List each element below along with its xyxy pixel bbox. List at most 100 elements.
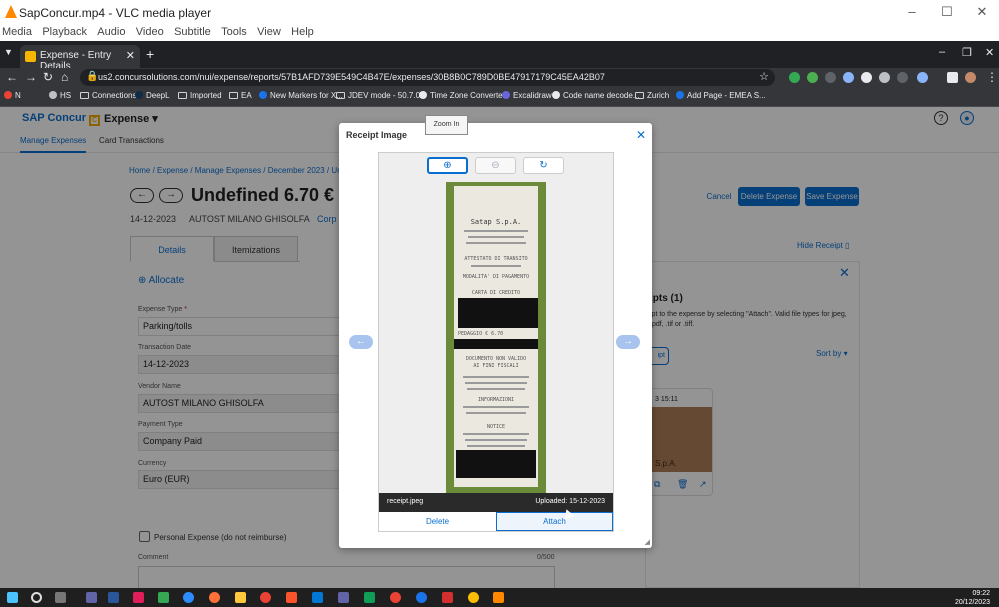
new-tab-icon[interactable]: + <box>146 46 154 62</box>
receipt-image-dialog: Receipt Image ✕ Zoom In ← → ⊕ ⊖ ↻ Satap … <box>339 115 652 548</box>
resize-handle-icon[interactable]: ◢ <box>645 538 650 546</box>
bookmark-connections[interactable]: Connections <box>80 91 136 100</box>
bookmark-excalidraw[interactable]: Excalidraw <box>502 91 552 100</box>
delete-receipt-button[interactable]: Delete <box>379 512 496 531</box>
bookmark-code-name[interactable]: Code name decode... <box>552 91 640 100</box>
browser-menu-icon[interactable]: ⋮ <box>986 70 998 84</box>
dialog-title: Receipt Image <box>346 130 408 140</box>
url-text: us2.concursolutions.com/nui/expense/repo… <box>98 72 605 82</box>
search-icon[interactable] <box>31 592 42 603</box>
forward-icon[interactable]: → <box>25 70 37 84</box>
browser-close-icon[interactable]: ✕ <box>985 46 994 59</box>
back-icon[interactable]: ← <box>6 70 18 84</box>
extension-icon[interactable] <box>843 72 854 83</box>
bookmarks-bar: N HS Connections DeepL Imported EA New M… <box>0 87 999 107</box>
firefox-icon[interactable] <box>209 592 220 603</box>
extensions-puzzle-icon[interactable] <box>917 72 928 83</box>
receipt-filename: receipt.jpeg <box>387 498 424 505</box>
taskbar-app-icon[interactable] <box>364 592 375 603</box>
slack-icon[interactable] <box>133 592 144 603</box>
zoom-in-button[interactable]: ⊕ <box>427 157 468 174</box>
lock-icon: 🔒 <box>86 71 99 82</box>
taskbar-app-icon[interactable] <box>86 592 97 603</box>
rotate-button[interactable]: ↻ <box>523 157 564 174</box>
teams-icon[interactable] <box>338 592 349 603</box>
extension-icon[interactable] <box>807 72 818 83</box>
bookmark-deepl[interactable]: DeepL <box>135 91 170 100</box>
attach-receipt-button[interactable]: Attach <box>496 512 613 531</box>
menu-media[interactable]: Media <box>2 24 32 41</box>
bookmark-zurich[interactable]: Zurich <box>635 91 669 100</box>
bookmark-imported[interactable]: Imported <box>178 91 222 100</box>
google-drive-icon[interactable] <box>158 592 169 603</box>
file-explorer-icon[interactable] <box>235 592 246 603</box>
bookmark-ea[interactable]: EA <box>229 91 252 100</box>
menu-subtitle[interactable]: Subtitle <box>174 24 211 41</box>
previous-receipt-arrow[interactable]: ← <box>349 335 373 349</box>
concur-favicon-icon <box>25 51 36 62</box>
vlc-menu-bar: Media Playback Audio Video Subtitle Tool… <box>0 24 999 41</box>
menu-view[interactable]: View <box>257 24 281 41</box>
brave-icon[interactable] <box>286 592 297 603</box>
tab-close-icon[interactable]: ✕ <box>126 49 135 62</box>
acrobat-icon[interactable] <box>442 592 453 603</box>
system-clock: 09:22 20/12/2023 <box>954 590 990 606</box>
home-icon[interactable]: ⌂ <box>61 70 68 84</box>
concur-page: SAP Concur C Expense ▾ ? ● Manage Expense… <box>0 107 999 588</box>
browser-minimize-icon[interactable]: – <box>939 46 945 58</box>
side-panel-icon[interactable] <box>947 72 958 83</box>
menu-playback[interactable]: Playback <box>42 24 87 41</box>
bookmark-hs[interactable]: HS <box>49 91 71 100</box>
bookmark-time-zone[interactable]: Time Zone Converte... <box>419 91 509 100</box>
task-view-icon[interactable] <box>55 592 66 603</box>
receipt-image: Satap S.p.A. ATTESTATO DI TRANSITO MODAL… <box>446 182 546 493</box>
taskbar-app-icon[interactable] <box>312 592 323 603</box>
menu-video[interactable]: Video <box>136 24 164 41</box>
taskbar-app-icon[interactable] <box>416 592 427 603</box>
close-icon[interactable]: ✕ <box>972 4 992 20</box>
bookmark-new-markers[interactable]: New Markers for X... <box>259 91 343 100</box>
extension-icon[interactable] <box>789 72 800 83</box>
browser-tab-strip: ▼ Expense - Entry Details ✕ + – ❐ ✕ <box>0 41 999 72</box>
browser-tab-active[interactable]: Expense - Entry Details ✕ <box>20 45 140 72</box>
menu-audio[interactable]: Audio <box>97 24 125 41</box>
extension-icon[interactable] <box>897 72 908 83</box>
vlc-title-bar: SapConcur.mp4 - VLC media player – ☐ ✕ <box>0 0 999 24</box>
minimize-icon[interactable]: – <box>902 4 922 20</box>
bookmark-add-page[interactable]: Add Page - EMEA S... <box>676 91 766 100</box>
redaction-block <box>454 339 538 349</box>
windows-start-icon[interactable] <box>7 592 18 603</box>
receipt-uploaded-date: Uploaded: 15-12-2023 <box>535 498 605 505</box>
receipt-paper: Satap S.p.A. ATTESTATO DI TRANSITO MODAL… <box>454 186 538 487</box>
extension-icon[interactable] <box>825 72 836 83</box>
next-receipt-arrow[interactable]: → <box>616 335 640 349</box>
vlc-window-title: SapConcur.mp4 - VLC media player <box>19 6 212 20</box>
profile-avatar[interactable] <box>965 72 976 83</box>
vlc-cone-icon <box>5 5 17 18</box>
maximize-icon[interactable]: ☐ <box>937 4 957 20</box>
zoom-out-button[interactable]: ⊖ <box>475 157 516 174</box>
zoom-icon[interactable] <box>183 592 194 603</box>
receipt-actions: Delete Attach <box>379 512 613 531</box>
receipt-viewer: ⊕ ⊖ ↻ Satap S.p.A. ATTESTATO DI TRANSITO… <box>378 152 614 532</box>
menu-help[interactable]: Help <box>291 24 314 41</box>
tab-search-icon[interactable]: ▼ <box>4 47 13 57</box>
browser-restore-icon[interactable]: ❐ <box>962 46 972 59</box>
chrome-icon[interactable] <box>260 592 271 603</box>
vlc-taskbar-icon[interactable] <box>493 592 504 603</box>
dialog-close-icon[interactable]: ✕ <box>636 128 646 142</box>
menu-tools[interactable]: Tools <box>221 24 247 41</box>
browser-toolbar: ← → ↻ ⌂ 🔒 us2.concursolutions.com/nui/ex… <box>0 68 999 87</box>
bookmark-jdev-mode[interactable]: JDEV mode - 50.7.0... <box>336 91 427 100</box>
redaction-block <box>456 450 536 478</box>
extension-icon[interactable] <box>861 72 872 83</box>
chrome-icon[interactable] <box>390 592 401 603</box>
windows-taskbar: 09:22 20/12/2023 <box>0 588 999 607</box>
taskbar-app-icon[interactable] <box>108 592 119 603</box>
bookmark-star-icon[interactable]: ☆ <box>759 70 769 83</box>
chrome-icon[interactable] <box>468 592 479 603</box>
address-bar[interactable]: 🔒 us2.concursolutions.com/nui/expense/re… <box>80 69 775 86</box>
reload-icon[interactable]: ↻ <box>43 70 53 84</box>
bookmark-n[interactable]: N <box>4 91 21 100</box>
extension-icon[interactable] <box>879 72 890 83</box>
